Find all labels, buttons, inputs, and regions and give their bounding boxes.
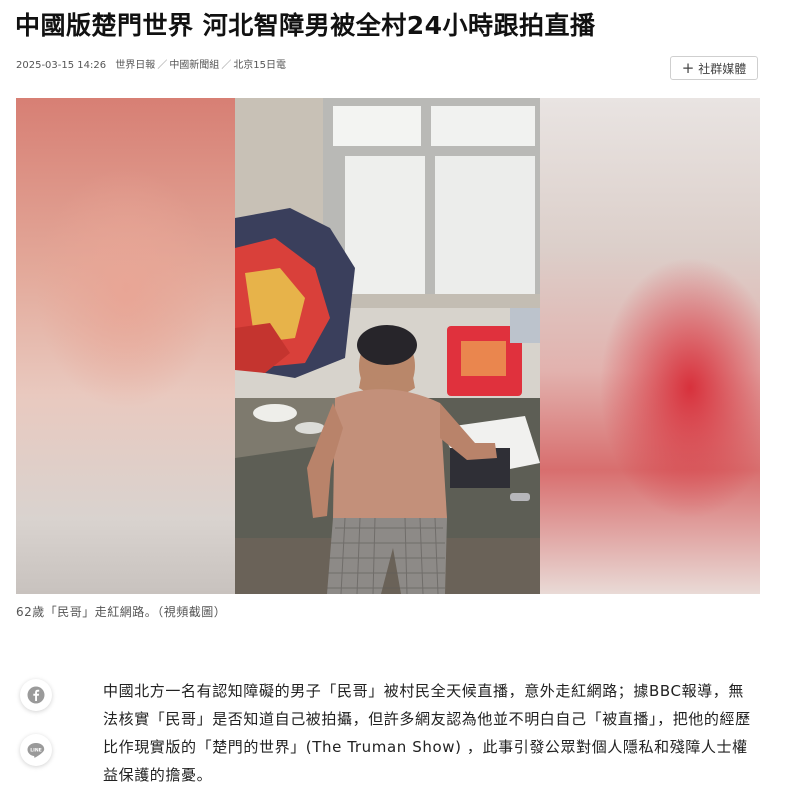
article-headline: 中國版楚門世界 河北智障男被全村24小時跟拍直播 <box>15 11 596 40</box>
plus-icon: + <box>681 58 695 77</box>
dateline: 北京15日電 <box>233 60 287 71</box>
source-name[interactable]: 世界日報 <box>115 60 155 71</box>
svg-text:LINE: LINE <box>30 748 42 754</box>
facebook-icon <box>27 686 45 704</box>
meta-separator: ／ <box>157 60 168 71</box>
line-icon: LINE <box>27 743 45 758</box>
photo-illustration <box>235 98 540 594</box>
article-photo <box>235 98 540 594</box>
article-body-paragraph: 中國北方一名有認知障礙的男子「民哥」被村民全天候直播，意外走紅網路；據BBC報導… <box>103 682 751 784</box>
social-media-button[interactable]: + 社群媒體 <box>670 56 758 80</box>
article-page: 中國版楚門世界 河北智障男被全村24小時跟拍直播 2025-03-15 14:2… <box>0 0 789 797</box>
photo-caption: 62歲「民哥」走紅網路。（視頻截圖） <box>16 605 227 619</box>
article-meta: 2025-03-15 14:26 世界日報／中國新聞組／北京15日電 <box>16 56 286 71</box>
publish-date: 2025-03-15 14:26 <box>16 60 107 71</box>
blurred-backdrop-left <box>16 98 236 594</box>
meta-separator: ／ <box>221 60 232 71</box>
social-media-button-label: 社群媒體 <box>698 61 747 76</box>
blurred-backdrop-right <box>540 98 760 594</box>
news-desk: 中國新聞組 <box>169 60 220 71</box>
facebook-share-button[interactable] <box>20 679 52 711</box>
line-share-button[interactable]: LINE <box>20 734 52 766</box>
article-media[interactable] <box>16 98 760 594</box>
